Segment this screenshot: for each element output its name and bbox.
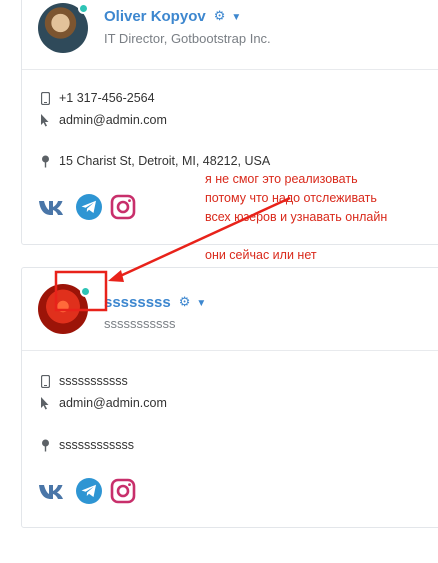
map-pin-icon [38, 439, 52, 452]
email-text[interactable]: admin@admin.com [59, 113, 167, 127]
user-name[interactable]: Oliver Kopyov ⚙ ▼ [104, 8, 241, 25]
email-row[interactable]: admin@admin.com [38, 113, 167, 127]
divider [22, 69, 438, 70]
annotation-line: всех юзеров и узнавать онлайн [205, 210, 388, 224]
social-links [38, 194, 136, 220]
user-card: ssssssss ⚙ ▼ sssssssssss sssssssssss admin… [21, 267, 438, 528]
gear-icon[interactable]: ⚙ [214, 8, 226, 24]
instagram-icon[interactable] [110, 478, 136, 504]
online-indicator [80, 286, 91, 297]
user-title: IT Director, Gotbootstrap Inc. [104, 31, 271, 46]
user-title: sssssssssss [104, 316, 176, 331]
phone-text[interactable]: +1 317-456-2564 [59, 91, 155, 105]
social-links [38, 478, 136, 504]
address-row: ssssssssssss [38, 438, 134, 452]
telegram-icon[interactable] [76, 478, 102, 504]
phone-text[interactable]: sssssssssss [59, 374, 128, 388]
address-text: 15 Charist St, Detroit, MI, 48212, USA [59, 154, 271, 168]
divider [22, 350, 438, 351]
instagram-icon[interactable] [110, 194, 136, 220]
annotation-line: я не смог это реализовать [205, 172, 358, 186]
chevron-down-icon[interactable]: ▼ [231, 12, 241, 23]
annotation-line: потому что надо отслеживать [205, 191, 377, 205]
user-card: Oliver Kopyov ⚙ ▼ IT Director, Gotbootstra… [21, 0, 438, 245]
mobile-phone-icon [38, 374, 52, 388]
online-indicator [78, 3, 89, 14]
user-name-label[interactable]: Oliver Kopyov [104, 8, 206, 25]
chevron-down-icon[interactable]: ▼ [196, 298, 206, 309]
phone-row[interactable]: sssssssssss [38, 374, 128, 388]
phone-row[interactable]: +1 317-456-2564 [38, 91, 155, 105]
email-text[interactable]: admin@admin.com [59, 396, 167, 410]
telegram-icon[interactable] [76, 194, 102, 220]
user-name-label[interactable]: ssssssss [104, 294, 171, 311]
gear-icon[interactable]: ⚙ [179, 294, 191, 310]
address-text: ssssssssssss [59, 438, 134, 452]
cursor-icon [38, 113, 52, 127]
vk-icon[interactable] [38, 480, 68, 502]
mobile-phone-icon [38, 91, 52, 105]
user-name[interactable]: ssssssss ⚙ ▼ [104, 294, 206, 311]
email-row[interactable]: admin@admin.com [38, 396, 167, 410]
vk-icon[interactable] [38, 196, 68, 218]
map-pin-icon [38, 155, 52, 168]
annotation-line: они сейчас или нет [205, 248, 317, 262]
cursor-icon [38, 396, 52, 410]
address-row: 15 Charist St, Detroit, MI, 48212, USA [38, 154, 270, 168]
